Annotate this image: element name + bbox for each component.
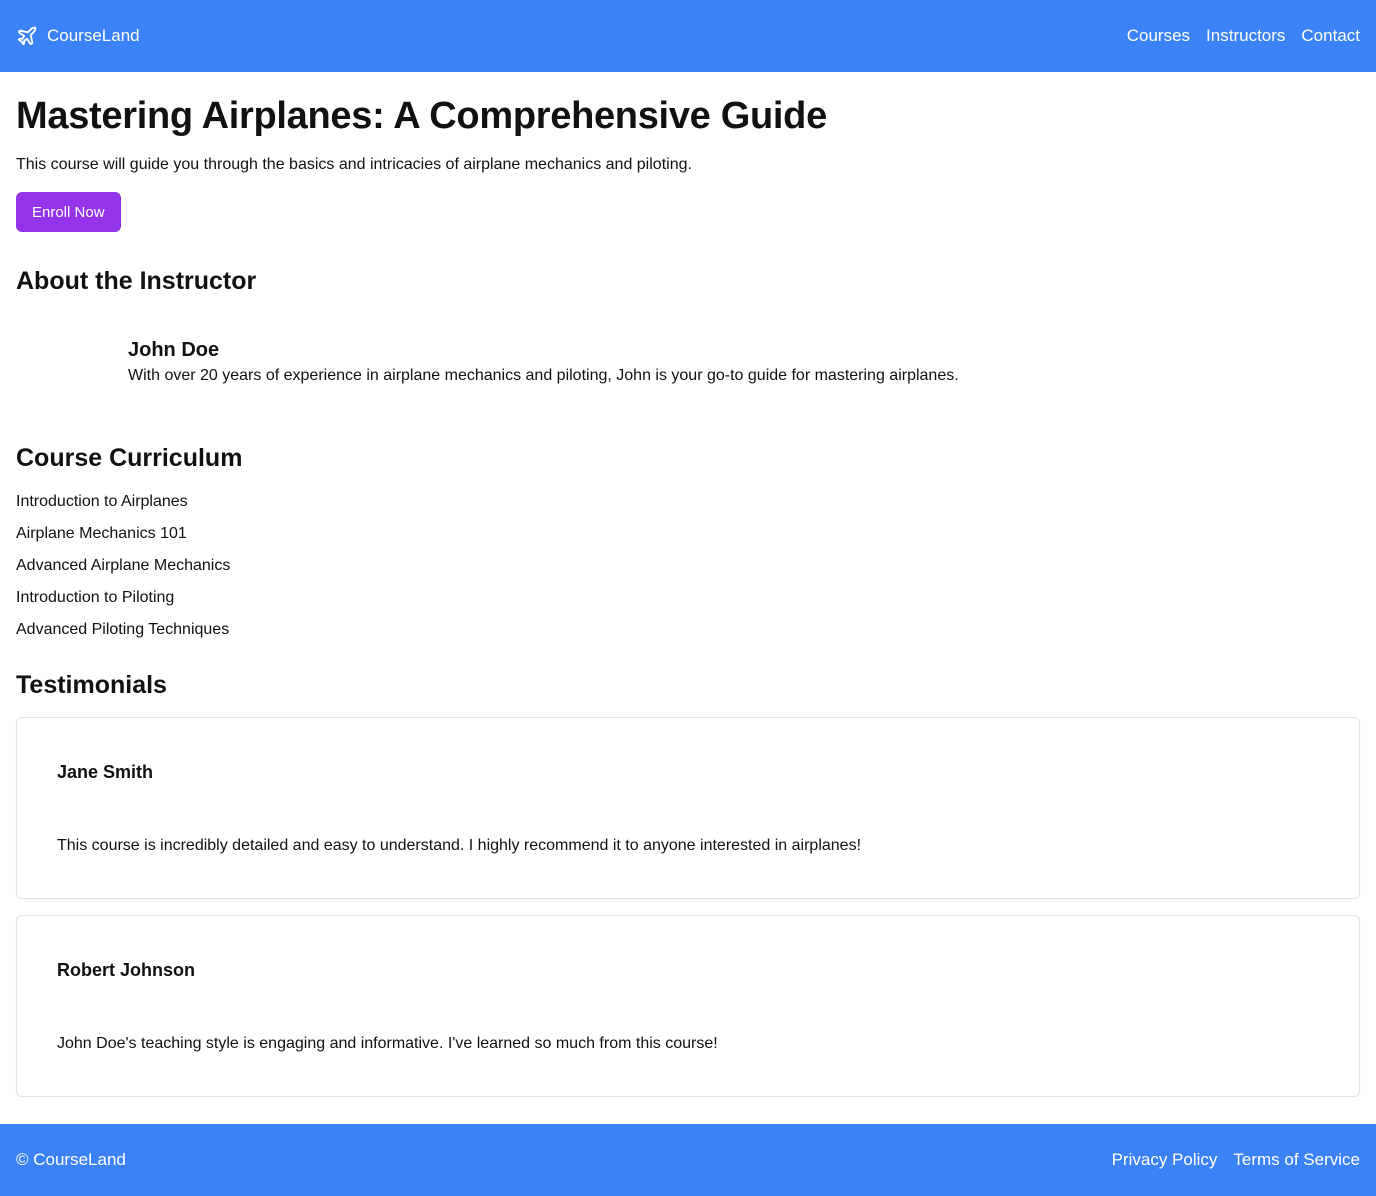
testimonials-list: Jane Smith This course is incredibly det… — [16, 717, 1360, 1097]
curriculum-list: Introduction to Airplanes Airplane Mecha… — [16, 492, 1360, 640]
testimonial-card: Jane Smith This course is incredibly det… — [16, 717, 1360, 899]
curriculum-item: Airplane Mechanics 101 — [16, 525, 187, 542]
testimonials-heading: Testimonials — [16, 671, 167, 699]
main-nav: Courses Instructors Contact — [1127, 26, 1360, 46]
curriculum-item: Advanced Piloting Techniques — [16, 621, 230, 638]
site-footer: © CourseLand Privacy Policy Terms of Ser… — [0, 1124, 1376, 1196]
about-instructor-heading: About the Instructor — [16, 267, 257, 295]
privacy-policy-link[interactable]: Privacy Policy — [1112, 1150, 1218, 1170]
enroll-button[interactable]: Enroll Now — [16, 192, 121, 232]
nav-courses[interactable]: Courses — [1127, 26, 1190, 46]
terms-of-service-link[interactable]: Terms of Service — [1233, 1150, 1360, 1170]
curriculum-item: Introduction to Airplanes — [16, 493, 188, 510]
course-description: This course will guide you through the b… — [16, 156, 692, 173]
testimonial-author: Jane Smith — [57, 762, 154, 782]
copyright: © CourseLand — [16, 1150, 126, 1169]
testimonial-author: Robert Johnson — [57, 960, 195, 980]
course-title: Mastering Airplanes: A Comprehensive Gui… — [16, 95, 827, 137]
nav-instructors[interactable]: Instructors — [1206, 26, 1285, 46]
instructor-name: John Doe — [128, 339, 220, 361]
testimonial-text: John Doe's teaching style is engaging an… — [57, 1035, 718, 1052]
main-content: Mastering Airplanes: A Comprehensive Gui… — [16, 72, 1360, 1113]
nav-contact[interactable]: Contact — [1301, 26, 1360, 46]
plane-icon — [16, 25, 38, 47]
footer-links: Privacy Policy Terms of Service — [1112, 1150, 1360, 1170]
instructor-profile: John Doe With over 20 years of experienc… — [16, 338, 1360, 386]
testimonial-text: This course is incredibly detailed and e… — [57, 837, 862, 854]
curriculum-item: Introduction to Piloting — [16, 589, 175, 606]
brand-logo[interactable]: CourseLand — [16, 25, 140, 47]
curriculum-item: Advanced Airplane Mechanics — [16, 557, 231, 574]
instructor-bio: With over 20 years of experience in airp… — [128, 367, 959, 384]
curriculum-heading: Course Curriculum — [16, 444, 243, 472]
brand-name: CourseLand — [47, 26, 140, 45]
site-header: CourseLand Courses Instructors Contact — [0, 0, 1376, 72]
testimonial-card: Robert Johnson John Doe's teaching style… — [16, 915, 1360, 1097]
